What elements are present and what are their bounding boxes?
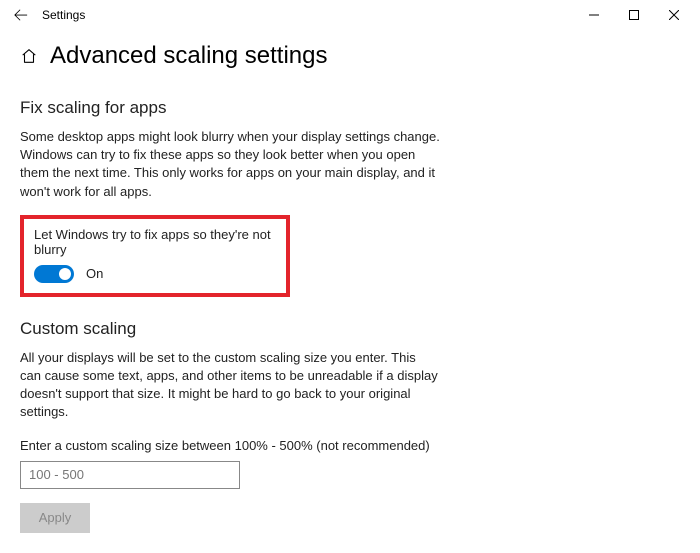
page-header: Advanced scaling settings: [0, 30, 700, 76]
maximize-icon: [629, 10, 639, 20]
custom-scaling-title: Custom scaling: [20, 319, 480, 339]
apply-button[interactable]: Apply: [20, 503, 90, 533]
back-button[interactable]: [6, 8, 36, 22]
toggle-state-text: On: [86, 266, 103, 281]
close-button[interactable]: [654, 1, 694, 29]
custom-scaling-input[interactable]: [20, 461, 240, 489]
fix-scaling-description: Some desktop apps might look blurry when…: [20, 128, 440, 201]
blurry-fix-toggle[interactable]: [34, 265, 74, 283]
custom-scaling-description: All your displays will be set to the cus…: [20, 349, 440, 422]
highlight-annotation: Let Windows try to fix apps so they're n…: [20, 215, 290, 297]
app-title: Settings: [42, 8, 85, 22]
arrow-left-icon: [14, 8, 28, 22]
maximize-button[interactable]: [614, 1, 654, 29]
toggle-knob-icon: [59, 268, 71, 280]
close-icon: [669, 10, 679, 20]
fix-scaling-title: Fix scaling for apps: [20, 98, 480, 118]
home-icon: [20, 47, 38, 65]
content-area: Fix scaling for apps Some desktop apps m…: [0, 76, 500, 553]
minimize-button[interactable]: [574, 1, 614, 29]
titlebar: Settings: [0, 0, 700, 30]
page-title: Advanced scaling settings: [50, 42, 328, 70]
home-button[interactable]: [20, 47, 38, 65]
blurry-toggle-row: On: [34, 265, 276, 283]
custom-scaling-input-label: Enter a custom scaling size between 100%…: [20, 438, 440, 453]
minimize-icon: [589, 10, 599, 20]
blurry-toggle-label: Let Windows try to fix apps so they're n…: [34, 227, 276, 257]
